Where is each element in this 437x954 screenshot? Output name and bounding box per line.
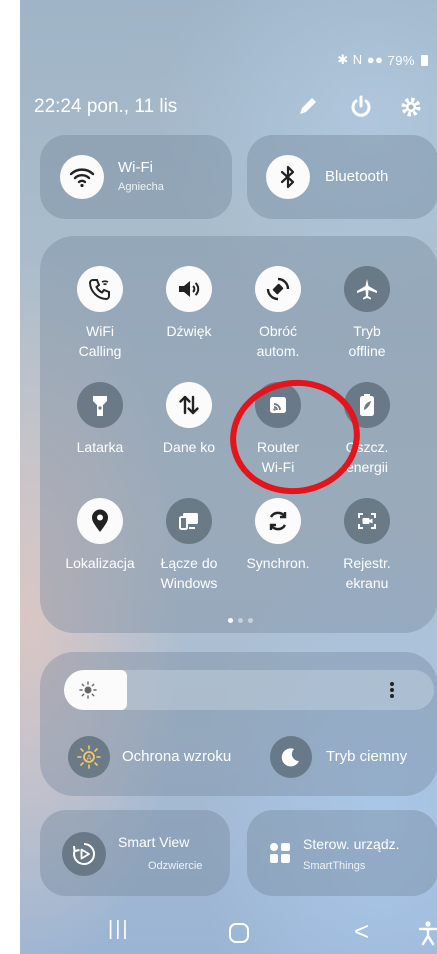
dark-mode-label: Tryb ciemny	[326, 748, 408, 765]
power-icon[interactable]	[346, 92, 376, 122]
sound-icon	[166, 266, 212, 312]
settings-gear-icon[interactable]	[396, 92, 426, 122]
tile-sound[interactable]: Dźwięk	[141, 266, 237, 341]
smartthings-title: Sterow. urządz.	[303, 836, 400, 852]
wifi-network-name: Agniecha	[118, 181, 164, 193]
auto-rotate-icon	[255, 266, 301, 312]
airplane-icon	[344, 266, 390, 312]
tile-label: Obróć autom.	[256, 323, 300, 359]
bluetooth-title: Bluetooth	[325, 168, 389, 185]
dark-mode-toggle[interactable]: Tryb ciemny	[270, 736, 437, 780]
wifi-icon	[60, 155, 104, 199]
tile-label: Synchron.	[246, 555, 310, 571]
tile-link-to-windows[interactable]: Łącze do Windows	[141, 498, 237, 593]
eye-comfort-toggle[interactable]: A Ochrona wzroku	[68, 736, 268, 780]
mobile-data-icon	[166, 382, 212, 428]
svg-text:A: A	[86, 754, 92, 763]
page-dot	[248, 618, 253, 623]
wifi-toggle[interactable]: Wi-Fi Agniecha	[40, 135, 232, 219]
back-button[interactable]: <	[354, 916, 369, 947]
smart-view-title: Smart View	[118, 834, 190, 850]
wifi-calling-icon	[77, 266, 123, 312]
tile-screen-recorder[interactable]: Rejestr. ekranu	[319, 498, 415, 593]
tile-label: Tryb offline	[348, 323, 386, 359]
tile-sync[interactable]: Synchron.	[230, 498, 326, 573]
tile-auto-rotate[interactable]: Obróć autom.	[230, 266, 326, 361]
more-options-icon[interactable]	[382, 676, 402, 704]
quick-settings-screen: ✱ N ●● 79% 22:24 pon., 11 lis Wi-Fi Agni…	[20, 0, 437, 954]
smartthings-subtitle: SmartThings	[303, 860, 366, 872]
tile-airplane-mode[interactable]: Tryb offline	[319, 266, 415, 361]
page-indicator	[228, 618, 253, 623]
tile-label: Dźwięk	[166, 323, 212, 339]
tile-label: Dane ko	[162, 439, 216, 455]
smart-view-subtitle: Odzwiercie	[148, 860, 203, 872]
page-dot	[228, 618, 233, 623]
battery-percent: 79%	[387, 52, 415, 68]
accessibility-icon[interactable]	[418, 920, 437, 946]
smart-view-icon	[62, 832, 106, 876]
eye-comfort-icon: A	[68, 736, 110, 778]
flashlight-icon	[77, 382, 123, 428]
moon-icon	[270, 736, 312, 778]
sync-icon	[255, 498, 301, 544]
tile-wifi-calling[interactable]: WiFi Calling	[52, 266, 148, 361]
navigation-bar: ||| <	[20, 910, 437, 954]
recents-button[interactable]: |||	[108, 918, 130, 941]
wifi-title: Wi-Fi	[118, 159, 153, 176]
tile-label: Lokalizacja	[65, 555, 135, 571]
location-icon	[77, 498, 123, 544]
brightness-sun-icon	[78, 680, 98, 700]
tile-label: WiFi Calling	[78, 323, 122, 359]
tile-mobile-data[interactable]: Dane ko	[141, 382, 237, 457]
status-icons: ✱ N ●●	[337, 52, 384, 67]
screen-recorder-icon	[344, 498, 390, 544]
battery-icon	[421, 54, 428, 66]
smartthings-device-control-tile[interactable]: Sterow. urządz. SmartThings	[247, 810, 437, 896]
eye-comfort-label: Ochrona wzroku	[122, 748, 232, 765]
edit-pencil-icon[interactable]	[292, 92, 322, 122]
bluetooth-toggle[interactable]: Bluetooth	[247, 135, 437, 219]
tile-label: Łącze do Windows	[160, 555, 218, 591]
smartthings-grid-icon	[269, 842, 291, 864]
date-time: 22:24 pon., 11 lis	[34, 96, 178, 117]
status-bar: ✱ N ●● 79%	[337, 52, 428, 68]
tile-label: Latarka	[76, 439, 124, 455]
bluetooth-icon	[266, 155, 310, 199]
tile-flashlight[interactable]: Latarka	[52, 382, 148, 457]
page-dot	[238, 618, 243, 623]
tile-label: Rejestr. ekranu	[343, 555, 391, 591]
home-button[interactable]	[228, 922, 250, 944]
link-to-windows-icon	[166, 498, 212, 544]
smart-view-tile[interactable]: Smart View Odzwiercie	[40, 810, 230, 896]
tile-location[interactable]: Lokalizacja	[52, 498, 148, 573]
